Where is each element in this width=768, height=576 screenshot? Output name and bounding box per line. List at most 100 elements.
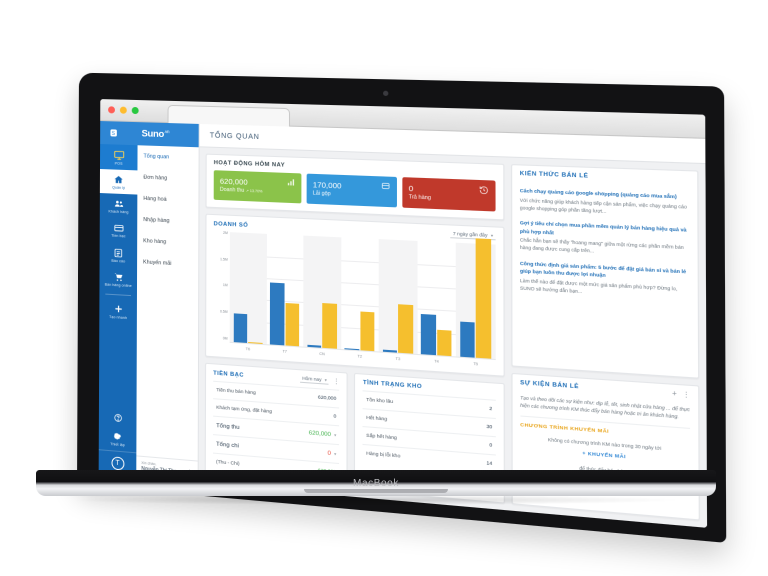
chart-bar[interactable] — [270, 283, 284, 346]
chevron-down-icon: ▾ — [491, 233, 493, 238]
chart-bar[interactable] — [383, 350, 398, 353]
rail-item-banhang-online[interactable]: Bán hàng online — [99, 266, 137, 292]
money-row-value: 0 — [333, 414, 336, 419]
events-title: SỰ KIỆN BÁN LẺ — [520, 380, 579, 390]
rail-item-pos[interactable]: POS — [100, 144, 138, 171]
rail-divider — [105, 293, 131, 295]
chart-bar[interactable] — [285, 303, 299, 346]
stat-tile-returns[interactable]: 0 Trả hàng — [402, 177, 495, 211]
sidebar-item-hang-hoa[interactable]: Hàng hoá — [137, 188, 198, 212]
article-item[interactable]: Công thức định giá sản phẩm: 5 bước để đ… — [520, 254, 690, 303]
window-controls[interactable] — [108, 106, 139, 114]
chart-bar-group[interactable] — [379, 239, 417, 354]
stock-row-value: 2 — [489, 406, 492, 412]
rail-item-thietlap[interactable]: Thiết lập — [99, 425, 137, 452]
close-window-button[interactable] — [108, 106, 115, 113]
chart-bar[interactable] — [307, 345, 321, 348]
minimize-window-button[interactable] — [120, 107, 127, 114]
kebab-icon[interactable]: ⋮ — [333, 378, 339, 386]
rail-item-label: Quản lý — [112, 186, 125, 191]
chevron-down-icon[interactable]: ▾ — [334, 432, 336, 437]
money-row-label: Tổng chi — [216, 441, 239, 449]
stock-row-label: Tồn kho lâu — [366, 397, 393, 404]
stock-rows: Tồn kho lâu 2 Hết hàng 30 Sắp hết hàng 0 Hàng … — [363, 390, 496, 472]
money-range-select[interactable]: Hôm nay ▾ — [300, 375, 329, 384]
chart-bar-group[interactable] — [303, 236, 341, 349]
stock-row-label: Hết hàng — [366, 415, 387, 422]
rail-item-label: Khách hàng — [109, 210, 129, 215]
cart-icon — [113, 272, 124, 283]
chart-bar[interactable] — [476, 238, 491, 359]
chart-bar[interactable] — [398, 304, 413, 354]
chart-bar[interactable] — [421, 314, 436, 355]
avatar: T — [111, 456, 124, 470]
stock-row-value: 14 — [486, 461, 492, 467]
money-row-value: 620,000 — [318, 395, 336, 402]
chart-bar-group[interactable] — [266, 234, 303, 347]
rail-item-tienbac[interactable]: Tiền bạc — [100, 217, 138, 243]
chart-bar[interactable] — [234, 314, 248, 343]
money-row-value-wrap: 620,000 — [318, 395, 336, 402]
rail-item-label: Tiền bạc — [111, 234, 125, 239]
sidebar-item-label: Nhập hàng — [143, 216, 169, 223]
brand-header: Suno.vn — [138, 122, 199, 147]
y-tick: 0M — [213, 336, 229, 341]
stock-row-label: Hàng bị lỗi kho — [366, 451, 400, 459]
chart-bar-group[interactable] — [417, 241, 456, 356]
browser-window: S POS Quản lý Khách hàng Tiền bạc Báo cá… — [99, 99, 707, 528]
kebab-icon[interactable]: ⋮ — [683, 390, 690, 398]
knowledge-title: KIẾN THỨC BÁN LẺ — [520, 171, 589, 180]
chevron-down-icon: ▾ — [325, 377, 327, 382]
rail-logo-icon[interactable]: S — [100, 121, 138, 145]
brand-suffix: .vn — [164, 129, 169, 134]
plus-icon[interactable]: + — [672, 390, 677, 398]
x-tick: T7 — [266, 348, 303, 355]
chevron-down-icon[interactable]: ▾ — [334, 451, 336, 456]
chart-bar[interactable] — [437, 330, 452, 356]
maximize-window-button[interactable] — [132, 107, 139, 114]
events-header-actions: + ⋮ — [672, 390, 690, 399]
stat-tile-gross-profit[interactable]: 170,000 Lãi gộp — [307, 174, 397, 208]
money-row-value-wrap: 0 — [333, 414, 336, 419]
sidebar-item-kho-hang[interactable]: Kho hàng — [137, 230, 198, 254]
monitor-icon — [113, 149, 124, 160]
sidebar-item-tong-quan[interactable]: Tổng quan — [137, 145, 198, 168]
rail-item-taonhanh[interactable]: Tạo nhanh — [99, 297, 137, 325]
x-tick: CN — [303, 351, 341, 358]
y-tick: 1.5M — [214, 258, 230, 262]
chart-bars — [230, 232, 496, 360]
sidebar-item-nhap-hang[interactable]: Nhập hàng — [137, 209, 198, 233]
chart-bar-group[interactable] — [341, 237, 379, 351]
chart-bar-group[interactable] — [230, 232, 267, 344]
money-header-actions: Hôm nay ▾ ⋮ — [300, 375, 339, 385]
stock-row-value: 30 — [486, 424, 492, 430]
money-range-label: Hôm nay — [302, 376, 321, 383]
chart-bar[interactable] — [345, 348, 359, 350]
plus-icon — [113, 303, 124, 315]
sidebar-item-don-hang[interactable]: Đơn hàng — [137, 166, 198, 190]
money-title: TIỀN BẠC — [213, 370, 244, 378]
knowledge-articles: Cách chạy quảng cáo google shopping (quả… — [512, 181, 698, 377]
chart-y-axis: 2M 1.5M 1M 0.5M 0M — [213, 232, 230, 351]
rail-item-baocao[interactable]: Báo cáo — [100, 242, 138, 268]
icon-rail: S POS Quản lý Khách hàng Tiền bạc Báo cá… — [99, 121, 138, 478]
y-tick: 2M — [214, 232, 230, 236]
chart-bar[interactable] — [460, 321, 475, 357]
rail-item-label: Bán hàng online — [105, 282, 132, 288]
chart-bar[interactable] — [360, 312, 374, 352]
chart-bar[interactable] — [323, 303, 337, 349]
stock-title: TÌNH TRẠNG KHO — [363, 380, 422, 390]
rail-item-quanly[interactable]: Quản lý — [100, 169, 138, 195]
chart-range-label: 7 ngày gần đây — [453, 231, 488, 238]
sales-chart-title: DOANH SỐ — [214, 221, 249, 229]
rail-item-khachhang[interactable]: Khách hàng — [100, 193, 138, 219]
stat-tile-revenue[interactable]: 620,000 Doanh thu ↗ 13.70% — [214, 170, 302, 203]
suno-logo-icon: S — [110, 128, 128, 138]
y-tick: 0.5M — [213, 310, 229, 314]
laptop-mockup: S POS Quản lý Khách hàng Tiền bạc Báo cá… — [0, 0, 768, 576]
chart-bar[interactable] — [248, 342, 262, 344]
rail-item-label: POS — [115, 162, 123, 166]
money-rows: Tiền thu bán hàng 620,000 Khách tạm ứng, đ… — [213, 381, 340, 481]
chart-bar-group[interactable] — [456, 243, 495, 359]
home-icon — [114, 175, 124, 185]
